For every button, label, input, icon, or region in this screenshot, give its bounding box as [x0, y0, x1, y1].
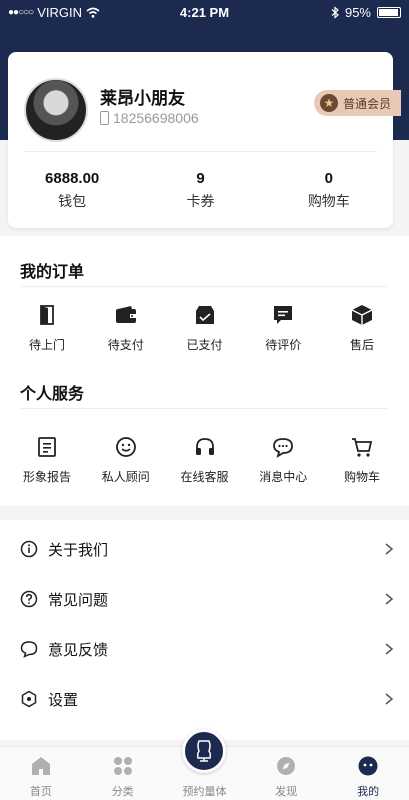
menu-item-feedback[interactable]: 意见反馈: [0, 624, 409, 674]
chevron-right-icon: [385, 693, 394, 705]
menu-label: 设置: [48, 691, 79, 709]
order-pending-review[interactable]: 待评价: [244, 302, 322, 353]
tab-home[interactable]: 首页: [0, 747, 82, 800]
divider: [20, 408, 388, 409]
orders-section: 我的订单 待上门 待支付 已支付 待评价 售后: [0, 236, 409, 364]
report-icon: [38, 437, 56, 457]
stat-value: 0: [324, 170, 333, 187]
chevron-right-icon: [385, 543, 394, 555]
divider: [20, 286, 388, 287]
order-label: 待评价: [265, 338, 302, 352]
order-after-sales[interactable]: 售后: [323, 302, 401, 353]
question-icon: [20, 590, 38, 608]
status-bar: ●●○○○ VIRGIN 4:21 PM 95%: [0, 0, 409, 24]
smile-icon: [115, 437, 136, 457]
tab-category[interactable]: 分类: [82, 747, 164, 800]
order-pending-visit[interactable]: 待上门: [8, 302, 86, 353]
menu-item-settings[interactable]: 设置: [0, 674, 409, 724]
menu-label: 意见反馈: [48, 641, 109, 659]
member-level-badge[interactable]: ★ 普通会员: [313, 90, 401, 116]
service-shopping-cart[interactable]: 购物车: [323, 434, 401, 485]
menu-label: 常见问题: [48, 591, 109, 609]
services-grid: 形象报告 私人顾问 在线客服 消息中心 购物车: [8, 434, 401, 485]
stat-label: 购物车: [307, 193, 350, 209]
service-message-center[interactable]: 消息中心: [244, 434, 322, 485]
info-icon: [20, 540, 38, 558]
package-icon: [351, 305, 373, 325]
door-icon: [40, 305, 54, 325]
book-measurement-button[interactable]: [182, 729, 227, 773]
orders-title: 我的订单: [20, 264, 85, 281]
category-icon: [113, 757, 132, 775]
phone-icon: [100, 111, 109, 125]
chevron-right-icon: [385, 593, 394, 605]
stat-value: 6888.00: [45, 170, 100, 187]
menu-item-faq[interactable]: 常见问题: [0, 574, 409, 624]
service-label: 形象报告: [22, 470, 71, 484]
menu-label: 关于我们: [48, 541, 109, 559]
compass-icon: [277, 757, 296, 775]
bottom-tab-bar: 首页 分类 预约量体 发现 我的: [0, 729, 409, 800]
stats-row: 6888.00 钱包 9 卡券 0 购物车: [8, 170, 393, 211]
headset-icon: [195, 438, 214, 455]
service-label: 购物车: [343, 470, 380, 484]
settings-icon: [21, 690, 37, 708]
service-label: 私人顾问: [101, 470, 150, 484]
tab-label: 分类: [111, 786, 134, 798]
services-section: 个人服务 形象报告 私人顾问 在线客服 消息中心 购物车: [0, 364, 409, 506]
paid-box-icon: [195, 306, 214, 324]
comment-icon: [274, 306, 293, 324]
battery-icon: [377, 7, 401, 18]
phone-number: 18256698006: [100, 110, 199, 126]
member-level-label: 普通会员: [342, 96, 391, 111]
battery-percent: 95%: [344, 5, 371, 20]
service-personal-advisor[interactable]: 私人顾问: [87, 434, 165, 485]
tailor-mannequin-icon: [197, 740, 212, 762]
stat-coupons[interactable]: 9 卡券: [136, 170, 264, 211]
service-label: 消息中心: [259, 470, 308, 484]
order-label: 售后: [349, 338, 374, 352]
order-paid[interactable]: 已支付: [166, 302, 244, 353]
order-label: 待支付: [107, 338, 144, 352]
order-label: 待上门: [28, 338, 65, 352]
tab-label: 首页: [29, 786, 52, 798]
tab-book-measurement[interactable]: 预约量体: [164, 729, 246, 800]
profile-card: 莱昂小朋友 18256698006 ★ 普通会员 6888.00 钱包 9 卡券…: [8, 52, 401, 228]
chevron-right-icon: [385, 643, 394, 655]
stat-cart[interactable]: 0 购物车: [265, 170, 393, 211]
bluetooth-icon: [331, 6, 339, 19]
stat-value: 9: [196, 170, 205, 187]
tab-label: 我的: [357, 786, 380, 798]
service-label: 在线客服: [180, 470, 229, 484]
home-icon: [31, 757, 50, 775]
tab-label: 发现: [275, 786, 298, 798]
username: 莱昂小朋友: [100, 89, 185, 108]
services-title: 个人服务: [20, 386, 85, 403]
order-label: 已支付: [186, 338, 223, 352]
tab-discover[interactable]: 发现: [245, 747, 327, 800]
avatar[interactable]: [24, 78, 88, 142]
star-icon: ★: [319, 94, 338, 112]
divider: [24, 151, 377, 152]
stat-label: 钱包: [58, 193, 87, 209]
orders-grid: 待上门 待支付 已支付 待评价 售后: [8, 302, 401, 353]
feedback-icon: [20, 641, 38, 658]
menu-item-about-us[interactable]: 关于我们: [0, 524, 409, 574]
cart-icon: [352, 438, 373, 457]
stat-label: 卡券: [186, 193, 215, 209]
phone-text: 18256698006: [113, 110, 199, 126]
tab-label: 预约量体: [182, 786, 227, 798]
service-style-report[interactable]: 形象报告: [8, 434, 86, 485]
tab-mine[interactable]: 我的: [327, 747, 409, 800]
settings-menu: 关于我们 常见问题 意见反馈 设置: [0, 520, 409, 740]
service-online-support[interactable]: 在线客服: [166, 434, 244, 485]
profile-icon: [358, 756, 378, 776]
stat-wallet[interactable]: 6888.00 钱包: [8, 170, 136, 211]
wallet-icon: [115, 306, 136, 323]
message-icon: [273, 438, 294, 458]
order-pending-payment[interactable]: 待支付: [87, 302, 165, 353]
